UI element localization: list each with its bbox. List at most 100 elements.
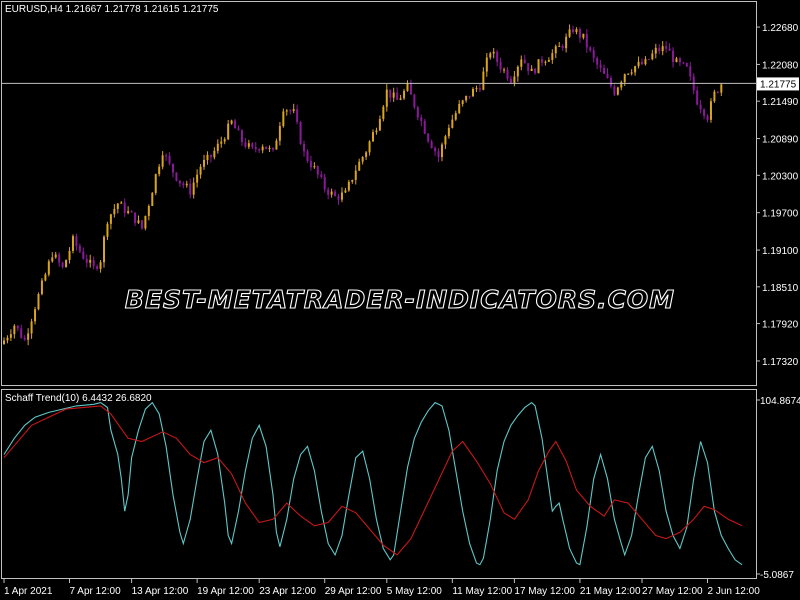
candle-body [134,212,137,224]
candle-body [292,109,295,112]
candle-body [44,274,47,281]
candle-body [616,87,619,95]
candle-body [409,83,412,95]
schaff-trend-lines [3,401,743,566]
candle-body [613,86,616,95]
candle-body [309,160,312,168]
candle-body [209,154,212,158]
candle-body [206,154,209,160]
time-tick-label: 21 May 12:00 [580,586,641,597]
time-tick-label: 13 Apr 12:00 [132,586,189,597]
candle-body [347,181,350,191]
candle-body [530,68,533,71]
candle-body [596,58,599,65]
candle-body [234,120,237,129]
price-tick-label: 1.20300 [762,171,799,182]
candle-body [540,59,543,63]
time-tick-label: 11 May 12:00 [452,586,512,597]
candle-body [589,47,592,51]
candle-body [720,84,723,93]
time-tick-label: 29 Apr 12:00 [325,586,382,597]
candle-body [509,78,512,83]
candle-body [537,59,540,74]
candle-body [503,69,506,71]
metatrader-chart[interactable]: 1.22680 1.22080 1.21490 1.20890 1.20300 1.197… [0,0,800,600]
main-chart-frame [1,1,757,386]
candle-body [637,61,640,67]
candle-body [654,47,657,54]
candle-body [30,321,33,334]
candle-body [178,180,181,184]
candle-body [506,69,509,79]
candle-body [644,59,647,65]
candle-body [358,161,361,171]
candle-body [85,258,88,263]
candle-body [658,47,661,52]
candle-body [82,251,85,259]
candle-body [403,90,406,99]
candle-body [168,155,171,164]
candle-body [368,141,371,153]
candle-body [106,223,109,237]
price-tick-label: 1.18510 [762,283,799,294]
candle-body [127,211,130,214]
candle-body [451,119,454,128]
candle-body [254,147,257,150]
candle-body [109,214,112,224]
candle-body [123,202,126,214]
candle-body [454,113,457,120]
candle-body [482,71,485,90]
candle-body [154,174,157,193]
time-tick-label: 27 May 12:00 [642,586,703,597]
candle-body [527,63,530,71]
candle-body [675,58,678,63]
candle-body [303,144,306,152]
candle-body [213,150,216,158]
candle-body [685,63,688,67]
candle-body [99,262,102,269]
candle-body [330,191,333,195]
candle-body [323,176,326,190]
candle-body [158,166,161,175]
candle-body [575,29,578,33]
candle-body [372,132,374,142]
candle-body [340,192,343,200]
schaff-line-2 [3,405,743,556]
candle-body [565,36,568,49]
candle-body [496,51,499,62]
candle-body [516,66,519,77]
candle-body [151,192,154,207]
price-axis: 1.22680 1.22080 1.21490 1.20890 1.20300 1.197… [756,23,799,368]
candle-body [682,62,685,64]
candle-body [678,58,681,63]
candle-body [465,95,468,101]
candle-body [16,325,19,329]
candle-body [34,309,37,322]
indicator-window-frame [1,389,757,579]
candle-body [89,259,92,263]
watermark-text: BEST-METATRADER-INDICATORS.COM [125,285,675,314]
indicator-tick-label: -5.0867 [760,570,794,581]
candle-body [699,104,702,110]
candle-body [585,33,588,48]
candle-body [640,61,643,65]
candle-body [447,127,450,137]
time-tick-label: 23 Apr 12:00 [259,586,316,597]
candle-body [430,141,433,149]
candle-body [171,163,174,173]
candle-body [240,130,243,143]
candle-body [706,115,709,120]
candle-body [192,182,195,195]
price-tick-label: 1.20890 [762,135,799,146]
candle-body [316,166,319,175]
candle-body [696,90,699,105]
candle-body [489,53,492,58]
candle-body [261,146,264,151]
candle-body [378,119,381,131]
candle-body [709,101,712,120]
candle-body [599,64,602,68]
candle-body [216,143,219,151]
candle-body [265,146,268,149]
candle-body [65,259,68,268]
candle-body [6,337,9,341]
